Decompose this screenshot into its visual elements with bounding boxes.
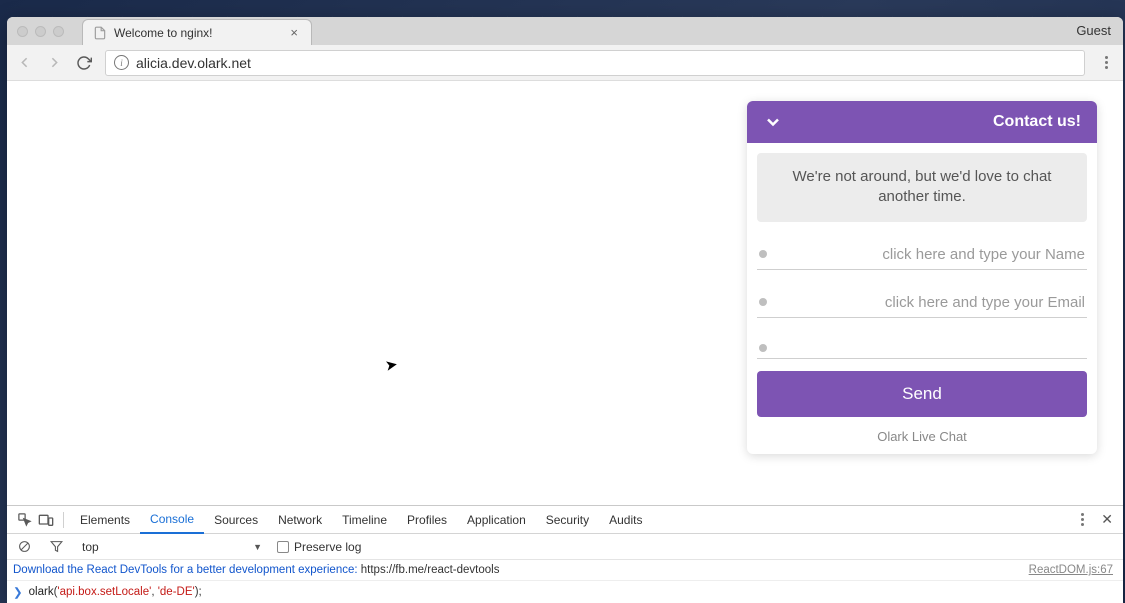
context-selector[interactable]: top ▼ [77, 538, 267, 556]
tab-timeline[interactable]: Timeline [332, 506, 397, 534]
minimize-window-icon[interactable] [35, 26, 46, 37]
maximize-window-icon[interactable] [53, 26, 64, 37]
checkbox-icon [277, 541, 289, 553]
required-dot-icon [759, 298, 767, 306]
dropdown-triangle-icon: ▼ [253, 542, 262, 552]
forward-button[interactable] [45, 54, 63, 72]
devtools-tabs: Elements Console Sources Network Timelin… [7, 506, 1123, 534]
close-tab-icon[interactable]: × [287, 25, 301, 40]
name-field[interactable] [757, 236, 1087, 270]
separator [63, 512, 64, 528]
tab-console[interactable]: Console [140, 506, 204, 534]
console-log-row: Download the React DevTools for a better… [7, 560, 1123, 581]
document-icon [93, 26, 107, 40]
filter-icon[interactable] [45, 537, 67, 557]
reload-button[interactable] [75, 54, 93, 72]
profile-label[interactable]: Guest [1076, 23, 1111, 38]
chat-widget: Contact us! We're not around, but we'd l… [747, 101, 1097, 454]
devtools-panel: Elements Console Sources Network Timelin… [7, 505, 1123, 603]
away-message: We're not around, but we'd love to chat … [757, 153, 1087, 222]
console-toolbar: top ▼ Preserve log [7, 534, 1123, 560]
send-button[interactable]: Send [757, 371, 1087, 417]
required-dot-icon [759, 344, 767, 352]
browser-toolbar: i alicia.dev.olark.net [7, 45, 1123, 81]
back-button[interactable] [15, 54, 33, 72]
close-window-icon[interactable] [17, 26, 28, 37]
tab-audits[interactable]: Audits [599, 506, 652, 534]
chevron-down-icon[interactable] [763, 112, 783, 132]
page-content: ➤ Contact us! We're not around, but we'd… [7, 81, 1123, 505]
address-bar[interactable]: i alicia.dev.olark.net [105, 50, 1085, 76]
close-devtools-icon[interactable]: ✕ [1097, 511, 1117, 528]
browser-window: Welcome to nginx! × Guest i alicia.dev.o… [7, 17, 1123, 603]
tab-network[interactable]: Network [268, 506, 332, 534]
chat-header[interactable]: Contact us! [747, 101, 1097, 143]
devtools-menu-icon[interactable] [1073, 513, 1091, 526]
tab-security[interactable]: Security [536, 506, 599, 534]
console-input-row[interactable]: ❯ olark('api.box.setLocale', 'de-DE'); [7, 581, 1123, 603]
log-source-link[interactable]: ReactDOM.js:67 [1029, 564, 1117, 576]
tab-sources[interactable]: Sources [204, 506, 268, 534]
preserve-log-checkbox[interactable]: Preserve log [277, 540, 361, 554]
email-input[interactable] [777, 294, 1085, 311]
name-input[interactable] [777, 246, 1085, 263]
browser-menu-button[interactable] [1097, 56, 1115, 69]
message-field[interactable] [757, 332, 1087, 359]
tab-profiles[interactable]: Profiles [397, 506, 457, 534]
tab-strip: Welcome to nginx! × Guest [7, 17, 1123, 45]
tab-application[interactable]: Application [457, 506, 536, 534]
log-message: Download the React DevTools for a better… [13, 564, 1029, 576]
browser-tab[interactable]: Welcome to nginx! × [82, 19, 312, 45]
tab-elements[interactable]: Elements [70, 506, 140, 534]
url-text: alicia.dev.olark.net [136, 55, 251, 71]
window-controls [7, 17, 74, 45]
clear-console-icon[interactable] [13, 537, 35, 557]
context-label: top [82, 540, 99, 554]
email-field[interactable] [757, 284, 1087, 318]
console-input-text: olark('api.box.setLocale', 'de-DE'); [29, 586, 202, 598]
inspect-element-icon[interactable] [13, 510, 35, 530]
site-info-icon[interactable]: i [114, 55, 129, 70]
preserve-log-label: Preserve log [294, 540, 361, 554]
cursor-icon: ➤ [384, 355, 400, 375]
device-toolbar-icon[interactable] [35, 510, 57, 530]
chat-body: We're not around, but we'd love to chat … [747, 143, 1097, 454]
prompt-icon: ❯ [13, 585, 23, 599]
required-dot-icon [759, 250, 767, 258]
tab-title: Welcome to nginx! [114, 26, 213, 40]
chat-footer[interactable]: Olark Live Chat [757, 417, 1087, 444]
chat-title: Contact us! [993, 113, 1081, 131]
